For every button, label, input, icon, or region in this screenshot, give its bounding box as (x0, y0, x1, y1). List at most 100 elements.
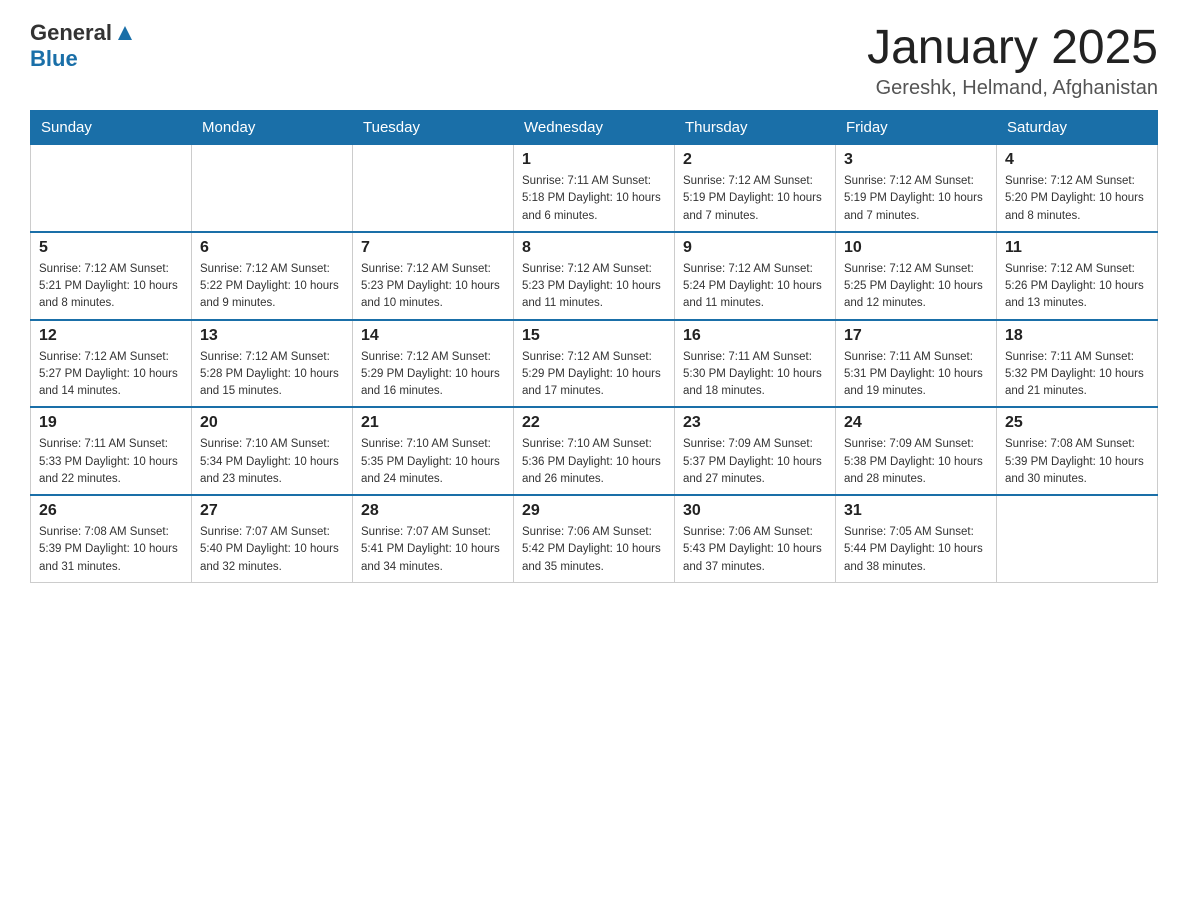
calendar-cell: 18 Sunrise: 7:11 AM Sunset: 5:32 PM Dayli… (997, 320, 1158, 408)
day-info: Sunrise: 7:12 AM Sunset: 5:19 PM Dayligh… (683, 173, 827, 225)
day-number: 27 (200, 502, 344, 520)
day-info: Sunrise: 7:12 AM Sunset: 5:26 PM Dayligh… (1005, 261, 1149, 313)
calendar-cell: 25Sunrise: 7:08 AM Sunset: 5:39 PM Dayli… (997, 407, 1158, 495)
calendar-cell (192, 145, 353, 232)
calendar-cell: 24 Sunrise: 7:09 AM Sunset: 5:38 PM Dayli… (836, 407, 997, 495)
calendar-cell: 5Sunrise: 7:12 AM Sunset: 5:21 PM Daylig… (31, 232, 192, 320)
calendar-cell: 11 Sunrise: 7:12 AM Sunset: 5:26 PM Dayli… (997, 232, 1158, 320)
calendar-cell: 22Sunrise: 7:10 AM Sunset: 5:36 PM Dayli… (514, 407, 675, 495)
calendar-body: 1 Sunrise: 7:11 AM Sunset: 5:18 PM Daylig… (31, 145, 1158, 583)
day-info: Sunrise: 7:12 AM Sunset: 5:29 PM Dayligh… (361, 349, 505, 401)
day-info: Sunrise: 7:07 AM Sunset: 5:41 PM Dayligh… (361, 524, 505, 576)
calendar-subtitle: Gereshk, Helmand, Afghanistan (867, 77, 1158, 100)
day-info: Sunrise: 7:05 AM Sunset: 5:44 PM Dayligh… (844, 524, 988, 576)
week-row-4: 26 Sunrise: 7:08 AM Sunset: 5:39 PM Dayli… (31, 495, 1158, 582)
week-row-1: 5Sunrise: 7:12 AM Sunset: 5:21 PM Daylig… (31, 232, 1158, 320)
calendar-cell: 13 Sunrise: 7:12 AM Sunset: 5:28 PM Dayli… (192, 320, 353, 408)
calendar-cell: 26 Sunrise: 7:08 AM Sunset: 5:39 PM Dayli… (31, 495, 192, 582)
day-info: Sunrise: 7:11 AM Sunset: 5:30 PM Dayligh… (683, 349, 827, 401)
logo-general: General (30, 20, 112, 46)
day-info: Sunrise: 7:12 AM Sunset: 5:27 PM Dayligh… (39, 349, 183, 401)
calendar-cell: 7Sunrise: 7:12 AM Sunset: 5:23 PM Daylig… (353, 232, 514, 320)
calendar-cell: 12 Sunrise: 7:12 AM Sunset: 5:27 PM Dayli… (31, 320, 192, 408)
day-number: 10 (844, 239, 988, 257)
day-number: 6 (200, 239, 344, 257)
calendar-cell: 16Sunrise: 7:11 AM Sunset: 5:30 PM Dayli… (675, 320, 836, 408)
header-row: SundayMondayTuesdayWednesdayThursdayFrid… (31, 111, 1158, 145)
calendar-cell: 14Sunrise: 7:12 AM Sunset: 5:29 PM Dayli… (353, 320, 514, 408)
day-info: Sunrise: 7:12 AM Sunset: 5:25 PM Dayligh… (844, 261, 988, 313)
calendar-cell (353, 145, 514, 232)
day-info: Sunrise: 7:11 AM Sunset: 5:33 PM Dayligh… (39, 436, 183, 488)
calendar-cell: 1 Sunrise: 7:11 AM Sunset: 5:18 PM Daylig… (514, 145, 675, 232)
calendar-cell: 28 Sunrise: 7:07 AM Sunset: 5:41 PM Dayli… (353, 495, 514, 582)
header-monday: Monday (192, 111, 353, 145)
day-info: Sunrise: 7:10 AM Sunset: 5:35 PM Dayligh… (361, 436, 505, 488)
calendar-cell: 2 Sunrise: 7:12 AM Sunset: 5:19 PM Daylig… (675, 145, 836, 232)
day-info: Sunrise: 7:12 AM Sunset: 5:24 PM Dayligh… (683, 261, 827, 313)
day-number: 18 (1005, 327, 1149, 345)
day-number: 20 (200, 414, 344, 432)
calendar-cell: 4Sunrise: 7:12 AM Sunset: 5:20 PM Daylig… (997, 145, 1158, 232)
calendar-title: January 2025 (867, 20, 1158, 75)
day-number: 1 (522, 151, 666, 169)
day-number: 24 (844, 414, 988, 432)
day-info: Sunrise: 7:12 AM Sunset: 5:29 PM Dayligh… (522, 349, 666, 401)
day-info: Sunrise: 7:12 AM Sunset: 5:22 PM Dayligh… (200, 261, 344, 313)
calendar-header: SundayMondayTuesdayWednesdayThursdayFrid… (31, 111, 1158, 145)
day-info: Sunrise: 7:11 AM Sunset: 5:32 PM Dayligh… (1005, 349, 1149, 401)
calendar-cell: 27 Sunrise: 7:07 AM Sunset: 5:40 PM Dayli… (192, 495, 353, 582)
day-info: Sunrise: 7:10 AM Sunset: 5:34 PM Dayligh… (200, 436, 344, 488)
calendar-cell: 20 Sunrise: 7:10 AM Sunset: 5:34 PM Dayli… (192, 407, 353, 495)
week-row-2: 12 Sunrise: 7:12 AM Sunset: 5:27 PM Dayli… (31, 320, 1158, 408)
calendar-cell (997, 495, 1158, 582)
week-row-3: 19 Sunrise: 7:11 AM Sunset: 5:33 PM Dayli… (31, 407, 1158, 495)
day-number: 28 (361, 502, 505, 520)
calendar-cell: 30Sunrise: 7:06 AM Sunset: 5:43 PM Dayli… (675, 495, 836, 582)
day-number: 23 (683, 414, 827, 432)
day-info: Sunrise: 7:12 AM Sunset: 5:28 PM Dayligh… (200, 349, 344, 401)
day-number: 4 (1005, 151, 1149, 169)
day-info: Sunrise: 7:12 AM Sunset: 5:23 PM Dayligh… (361, 261, 505, 313)
day-number: 31 (844, 502, 988, 520)
calendar-cell: 17Sunrise: 7:11 AM Sunset: 5:31 PM Dayli… (836, 320, 997, 408)
week-row-0: 1 Sunrise: 7:11 AM Sunset: 5:18 PM Daylig… (31, 145, 1158, 232)
header-sunday: Sunday (31, 111, 192, 145)
header-thursday: Thursday (675, 111, 836, 145)
day-info: Sunrise: 7:12 AM Sunset: 5:19 PM Dayligh… (844, 173, 988, 225)
day-number: 25 (1005, 414, 1149, 432)
day-info: Sunrise: 7:07 AM Sunset: 5:40 PM Dayligh… (200, 524, 344, 576)
day-info: Sunrise: 7:09 AM Sunset: 5:38 PM Dayligh… (844, 436, 988, 488)
calendar-cell: 10 Sunrise: 7:12 AM Sunset: 5:25 PM Dayli… (836, 232, 997, 320)
day-info: Sunrise: 7:10 AM Sunset: 5:36 PM Dayligh… (522, 436, 666, 488)
day-number: 12 (39, 327, 183, 345)
header-saturday: Saturday (997, 111, 1158, 145)
day-info: Sunrise: 7:11 AM Sunset: 5:18 PM Dayligh… (522, 173, 666, 225)
calendar-cell: 29Sunrise: 7:06 AM Sunset: 5:42 PM Dayli… (514, 495, 675, 582)
day-info: Sunrise: 7:08 AM Sunset: 5:39 PM Dayligh… (39, 524, 183, 576)
logo-arrow-icon (114, 22, 136, 44)
header-wednesday: Wednesday (514, 111, 675, 145)
day-number: 29 (522, 502, 666, 520)
header-tuesday: Tuesday (353, 111, 514, 145)
calendar-table: SundayMondayTuesdayWednesdayThursdayFrid… (30, 110, 1158, 583)
day-number: 26 (39, 502, 183, 520)
logo-blue: Blue (30, 46, 78, 71)
calendar-cell (31, 145, 192, 232)
day-number: 15 (522, 327, 666, 345)
day-number: 21 (361, 414, 505, 432)
day-info: Sunrise: 7:12 AM Sunset: 5:23 PM Dayligh… (522, 261, 666, 313)
calendar-cell: 15 Sunrise: 7:12 AM Sunset: 5:29 PM Dayli… (514, 320, 675, 408)
day-number: 11 (1005, 239, 1149, 257)
day-number: 9 (683, 239, 827, 257)
title-section: January 2025 Gereshk, Helmand, Afghanist… (867, 20, 1158, 100)
header-friday: Friday (836, 111, 997, 145)
day-number: 19 (39, 414, 183, 432)
page-header: General Blue January 2025 Gereshk, Helma… (30, 20, 1158, 100)
day-number: 8 (522, 239, 666, 257)
calendar-cell: 8 Sunrise: 7:12 AM Sunset: 5:23 PM Daylig… (514, 232, 675, 320)
day-number: 2 (683, 151, 827, 169)
day-info: Sunrise: 7:09 AM Sunset: 5:37 PM Dayligh… (683, 436, 827, 488)
day-number: 13 (200, 327, 344, 345)
day-number: 30 (683, 502, 827, 520)
